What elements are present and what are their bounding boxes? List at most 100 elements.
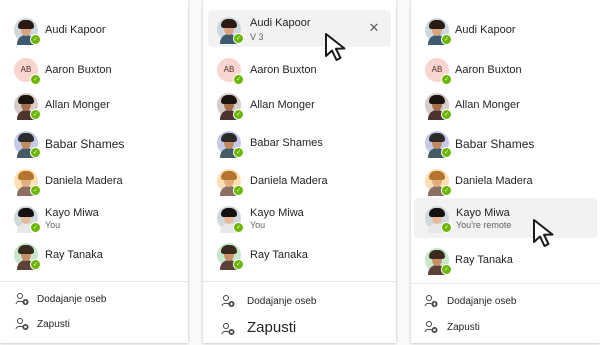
leave-button[interactable]: Zapusti xyxy=(0,314,188,336)
mouse-cursor-icon xyxy=(325,33,346,61)
participants-panel-default: ✓ Audi Kapoor AB ✓ Aaron Buxton ✓ Allan … xyxy=(0,0,188,343)
avatar: ✓ xyxy=(14,93,41,120)
participant-subtitle: You xyxy=(250,220,266,230)
leave-label: Zapusti xyxy=(37,319,70,330)
participant-item[interactable]: ✓ Ray Tanaka xyxy=(411,240,600,280)
participant-name: Aaron Buxton xyxy=(45,64,112,76)
available-status-icon: ✓ xyxy=(30,147,41,158)
avatar: ✓ xyxy=(217,93,244,120)
divider xyxy=(411,283,600,284)
available-status-icon: ✓ xyxy=(233,222,244,233)
available-status-icon: ✓ xyxy=(233,185,244,196)
avatar: ✓ xyxy=(14,169,41,196)
avatar: AB ✓ xyxy=(425,58,452,85)
leave-label: Zapusti xyxy=(447,322,480,333)
avatar: ✓ xyxy=(217,169,244,196)
participant-item[interactable]: ✓ Babar Shames xyxy=(411,123,600,163)
avatar: ✓ xyxy=(14,18,41,45)
participant-subtitle: You xyxy=(45,220,61,230)
close-icon[interactable]: ✕ xyxy=(367,22,381,36)
divider xyxy=(203,281,396,282)
available-status-icon: ✓ xyxy=(30,222,41,233)
available-status-icon: ✓ xyxy=(233,109,244,120)
participant-item[interactable]: ✓ Daniela Madera xyxy=(203,161,396,201)
available-status-icon: ✓ xyxy=(441,185,452,196)
avatar: AB ✓ xyxy=(14,58,41,85)
participant-item[interactable]: AB ✓ Aaron Buxton xyxy=(203,50,396,90)
participant-name: Daniela Madera xyxy=(455,175,533,187)
available-status-icon: ✓ xyxy=(441,264,452,275)
participant-item-hovered[interactable]: ✓ Kayo Miwa You're remote xyxy=(414,198,597,238)
add-person-icon xyxy=(15,293,29,305)
participant-name: Allan Monger xyxy=(455,99,520,111)
participant-name: Babar Shames xyxy=(455,137,535,151)
participant-name: Daniela Madera xyxy=(45,175,123,187)
participant-item[interactable]: ✓ Kayo Miwa You xyxy=(203,198,396,238)
available-status-icon: ✓ xyxy=(30,259,41,270)
avatar: ✓ xyxy=(14,131,41,158)
leave-icon xyxy=(15,318,29,330)
mouse-cursor-icon xyxy=(533,219,554,247)
avatar: ✓ xyxy=(217,243,244,270)
participant-item[interactable]: AB ✓ Aaron Buxton xyxy=(0,50,188,90)
participant-item[interactable]: ✓ Babar Shames xyxy=(0,123,188,163)
participant-item[interactable]: ✓ Audi Kapoor xyxy=(0,10,188,50)
add-people-button[interactable]: Dodajanje oseb xyxy=(203,291,396,313)
avatar: ✓ xyxy=(425,206,452,233)
avatar: ✓ xyxy=(425,18,452,45)
participant-item[interactable]: ✓ Allan Monger xyxy=(203,85,396,125)
add-person-icon xyxy=(424,295,438,307)
add-people-label: Dodajanje oseb xyxy=(247,296,317,307)
participant-item[interactable]: ✓ Daniela Madera xyxy=(411,161,600,201)
participant-name: Audi Kapoor xyxy=(45,24,106,36)
participant-item[interactable]: ✓ Daniela Madera xyxy=(0,161,188,201)
participant-name: Babar Shames xyxy=(250,137,323,149)
participant-item[interactable]: AB ✓ Aaron Buxton xyxy=(411,50,600,90)
avatar: ✓ xyxy=(217,17,244,44)
participant-name: Audi Kapoor xyxy=(455,24,516,36)
participant-name: Ray Tanaka xyxy=(45,249,103,261)
participant-name: Ray Tanaka xyxy=(250,249,308,261)
participant-name: Ray Tanaka xyxy=(455,254,513,266)
participant-item[interactable]: ✓ Kayo Miwa You xyxy=(0,198,188,238)
participant-item[interactable]: ✓ Audi Kapoor xyxy=(411,10,600,50)
available-status-icon: ✓ xyxy=(233,259,244,270)
participant-item[interactable]: ✓ Ray Tanaka xyxy=(203,235,396,275)
available-status-icon: ✓ xyxy=(441,222,452,233)
avatar: ✓ xyxy=(425,131,452,158)
leave-icon xyxy=(221,323,235,335)
available-status-icon: ✓ xyxy=(30,34,41,45)
add-people-label: Dodajanje oseb xyxy=(37,294,107,305)
participant-item[interactable]: ✓ Ray Tanaka xyxy=(0,235,188,275)
participants-panel-hover: ✓ Audi Kapoor V 3 ✕ AB ✓ Aaron Buxton ✓ … xyxy=(203,0,396,343)
add-person-icon xyxy=(221,295,235,307)
avatar-initials: AB xyxy=(20,65,32,74)
participant-name: Kayo Miwa xyxy=(456,207,510,219)
participant-name: Babar Shames xyxy=(45,137,125,151)
leave-button[interactable]: Zapusti xyxy=(411,317,600,339)
participant-name: Kayo Miwa xyxy=(250,207,304,219)
participant-name: Audi Kapoor xyxy=(250,17,311,29)
participant-item[interactable]: ✓ Babar Shames xyxy=(203,123,396,163)
avatar: ✓ xyxy=(425,248,452,275)
available-status-icon: ✓ xyxy=(30,74,41,85)
leave-label: Zapusti xyxy=(247,319,297,336)
available-status-icon: ✓ xyxy=(441,34,452,45)
participant-subtitle: You're remote xyxy=(456,220,512,230)
participant-item-hovered[interactable]: ✓ Audi Kapoor V 3 ✕ xyxy=(208,10,391,47)
avatar: ✓ xyxy=(217,206,244,233)
avatar: ✓ xyxy=(425,169,452,196)
participant-name: Aaron Buxton xyxy=(250,64,317,76)
participant-name: Kayo Miwa xyxy=(45,207,99,219)
available-status-icon: ✓ xyxy=(233,74,244,85)
avatar: ✓ xyxy=(217,131,244,158)
leave-button[interactable]: Zapusti xyxy=(203,317,396,339)
participant-item[interactable]: ✓ Allan Monger xyxy=(0,85,188,125)
participant-item[interactable]: ✓ Allan Monger xyxy=(411,85,600,125)
participant-name: Daniela Madera xyxy=(250,175,328,187)
add-people-button[interactable]: Dodajanje oseb xyxy=(411,291,600,313)
add-people-button[interactable]: Dodajanje oseb xyxy=(0,289,188,311)
avatar-initials: AB xyxy=(431,65,443,74)
available-status-icon: ✓ xyxy=(441,74,452,85)
available-status-icon: ✓ xyxy=(233,147,244,158)
